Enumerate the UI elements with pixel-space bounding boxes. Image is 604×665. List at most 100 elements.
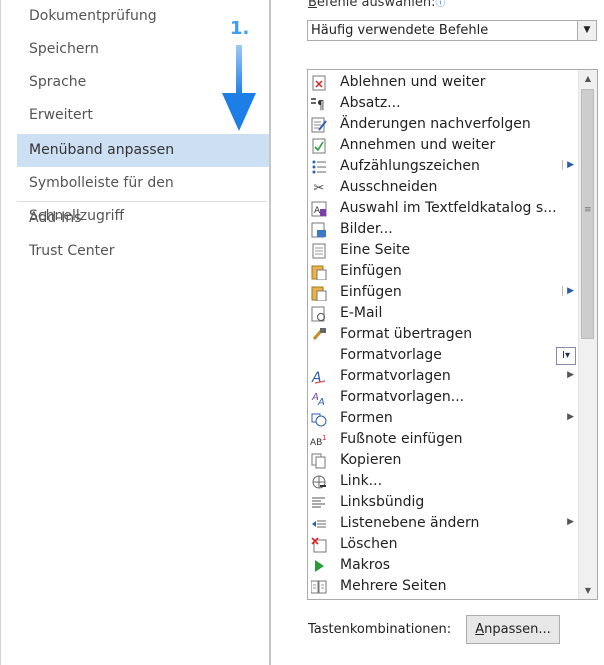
track-changes-icon <box>310 117 328 134</box>
list-item[interactable]: Mehrere Seiten <box>308 577 576 598</box>
list-item-label: Ausschneiden <box>340 179 438 195</box>
list-item-label: Bilder... <box>340 221 393 237</box>
list-item[interactable]: Eine Seite <box>308 241 576 262</box>
multiple-pages-icon <box>310 579 328 596</box>
styles-icon: A <box>310 369 328 386</box>
chevron-right-icon: ▶ <box>567 412 574 422</box>
list-item-label: Ablehnen und weiter <box>340 74 486 90</box>
commands-label: Befehle auswählen:ⓘ <box>308 0 446 10</box>
list-item-label: Link... <box>340 473 383 489</box>
nav-item-add-ins[interactable]: Add-Ins <box>17 202 269 235</box>
delete-icon <box>310 537 328 554</box>
list-item[interactable]: Format übertragen <box>308 325 576 346</box>
list-level-icon <box>310 516 328 533</box>
list-item[interactable]: Einfügen ▶ <box>308 283 576 304</box>
commands-listbox[interactable]: Ablehnen und weiter ¶ Absatz... Änderung… <box>307 69 598 600</box>
text-cursor-dropdown-icon: I▾ <box>556 347 576 365</box>
customize-shortcuts-button[interactable]: Anpassen... <box>466 615 560 644</box>
paste-icon <box>310 264 328 281</box>
list-item-label: Änderungen nachverfolgen <box>340 116 531 132</box>
list-item-label: Formatvorlagen <box>340 368 451 384</box>
list-item[interactable]: Makros <box>308 556 576 577</box>
scroll-down-arrow-icon[interactable]: ▼ <box>579 582 597 599</box>
textbox-gallery-icon: A <box>310 201 328 218</box>
list-item[interactable]: Ablehnen und weiter <box>308 73 576 94</box>
keyboard-shortcuts-label: Tastenkombinationen: <box>308 622 452 637</box>
list-item-label: Fußnote einfügen <box>340 431 463 447</box>
list-item[interactable]: AA Formatvorlagen... <box>308 388 576 409</box>
commands-scrollbar[interactable]: ▲ ≡ ▼ <box>578 70 597 599</box>
list-item-label: Format übertragen <box>340 326 473 342</box>
svg-text:A: A <box>317 397 325 406</box>
list-item-label: Linksbündig <box>340 494 425 510</box>
list-item[interactable]: Aufzählungszeichen ▶ <box>308 157 576 178</box>
list-item-label: Makros <box>340 557 391 573</box>
commands-dropdown[interactable]: Häufig verwendete Befehle ▼ <box>307 20 597 41</box>
nav-item-trust-center[interactable]: Trust Center <box>17 235 269 268</box>
customize-button-label: npassen... <box>484 622 551 637</box>
commands-label-access-key: B <box>308 0 317 10</box>
commands-label-text: efehle auswählen: <box>316 0 436 10</box>
styles-dialog-icon: AA <box>310 390 328 408</box>
list-item-label: Mehrere Seiten <box>340 578 447 594</box>
accept-change-icon <box>310 138 328 155</box>
paragraph-icon: ¶ <box>310 96 328 113</box>
one-page-icon <box>310 243 328 260</box>
list-item[interactable]: Formatvorlage I▾ <box>308 346 576 367</box>
list-item[interactable]: Linksbündig <box>308 493 576 514</box>
shapes-icon <box>310 411 328 428</box>
list-item-label: Kopieren <box>340 452 402 468</box>
chevron-right-icon: ▶ <box>562 286 574 296</box>
paste-icon <box>310 285 328 302</box>
list-item[interactable]: Änderungen nachverfolgen <box>308 115 576 136</box>
chevron-right-icon: ▶ <box>562 160 574 170</box>
list-item[interactable]: Annehmen und weiter <box>308 136 576 157</box>
scissors-icon: ✂ <box>313 181 325 196</box>
list-item-label: Listenebene ändern <box>340 515 480 531</box>
reject-change-icon <box>310 75 328 92</box>
footnote-icon: AB 1 <box>310 432 328 449</box>
list-item-label: Formen <box>340 410 393 426</box>
list-item-label: Löschen <box>340 536 398 552</box>
info-icon: ⓘ <box>435 0 446 9</box>
list-item-label: Einfügen <box>340 284 402 300</box>
nav-item-menueband-anpassen[interactable]: Menüband anpassen <box>17 134 269 167</box>
email-icon <box>310 306 328 323</box>
format-painter-icon <box>310 327 328 344</box>
list-item[interactable]: Einfügen <box>308 262 576 283</box>
svg-text:AB: AB <box>310 438 322 448</box>
list-item[interactable]: Formen ▶ <box>308 409 576 430</box>
list-item[interactable]: Link... <box>308 472 576 493</box>
list-item[interactable]: A Formatvorlagen ▶ <box>308 367 576 388</box>
list-item-label: Aufzählungszeichen <box>340 158 480 174</box>
bullets-icon <box>310 159 328 176</box>
chevron-right-icon: ▶ <box>567 517 574 527</box>
panel-divider <box>269 0 271 665</box>
list-item-label: Annehmen und weiter <box>340 137 496 153</box>
list-item[interactable]: ¶ Absatz... <box>308 94 576 115</box>
list-item[interactable]: Kopieren <box>308 451 576 472</box>
list-item[interactable]: Löschen <box>308 535 576 556</box>
list-item-label: Formatvorlage <box>340 347 442 363</box>
annotation-step-number: 1. <box>230 18 250 39</box>
chevron-right-icon: ▶ <box>567 370 574 380</box>
list-item[interactable]: A Auswahl im Textfeldkatalog s... <box>308 199 576 220</box>
list-item[interactable]: Bilder... <box>308 220 576 241</box>
svg-text:1: 1 <box>322 434 326 442</box>
align-left-icon <box>310 495 328 512</box>
chevron-down-icon[interactable]: ▼ <box>577 21 596 40</box>
list-item[interactable]: Listenebene ändern ▶ <box>308 514 576 535</box>
commands-dropdown-value: Häufig verwendete Befehle <box>311 23 489 38</box>
macros-icon <box>310 558 328 575</box>
list-item[interactable]: AB 1 Fußnote einfügen <box>308 430 576 451</box>
grip-icon: ≡ <box>584 205 592 215</box>
list-item[interactable]: E-Mail <box>308 304 576 325</box>
customize-button-access-key: A <box>475 622 485 637</box>
svg-text:¶: ¶ <box>317 98 325 112</box>
list-item[interactable]: ✂ Ausschneiden <box>308 178 576 199</box>
link-icon <box>310 474 328 491</box>
nav-item-schnellzugriff[interactable]: Symbolleiste für den Schnellzugriff <box>17 167 269 224</box>
scroll-up-arrow-icon[interactable]: ▲ <box>579 70 597 87</box>
list-item-label: Einfügen <box>340 263 402 279</box>
scrollbar-thumb[interactable]: ≡ <box>581 89 594 339</box>
